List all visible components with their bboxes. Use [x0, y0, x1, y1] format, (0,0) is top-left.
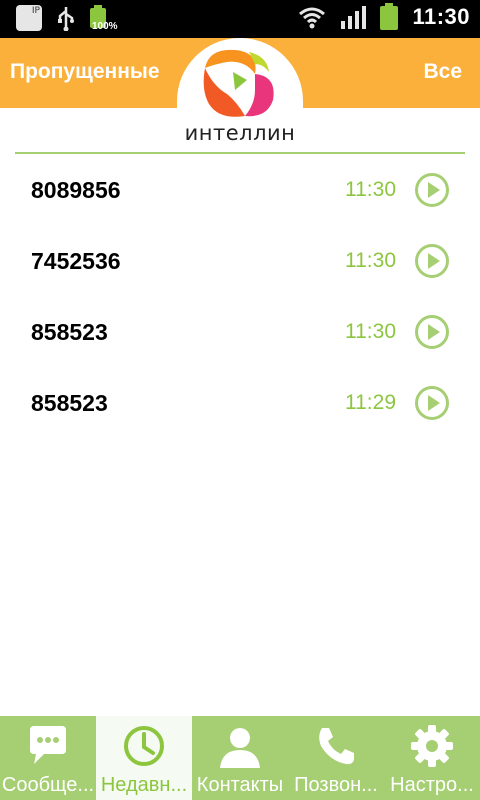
call-number: 858523	[31, 390, 108, 416]
call-row[interactable]: 858523 11:29	[0, 368, 480, 439]
play-icon[interactable]	[414, 243, 450, 279]
tab-label: Позвон...	[294, 774, 378, 796]
ip-icon: IP	[16, 5, 42, 31]
tab-label: Настро...	[390, 774, 474, 796]
play-icon[interactable]	[414, 314, 450, 350]
play-icon[interactable]	[414, 385, 450, 421]
call-time: 11:30	[345, 249, 396, 272]
status-bar: IP 100% 11:30	[0, 0, 480, 38]
battery-icon	[380, 3, 399, 31]
ip-badge-label: IP	[31, 6, 40, 16]
call-row[interactable]: 7452536 11:30	[0, 226, 480, 297]
tab-recent[interactable]: Недавн...	[96, 716, 192, 800]
call-number: 7452536	[31, 248, 121, 274]
tab-contacts[interactable]: Контакты	[192, 716, 288, 800]
page-title[interactable]: Пропущенные	[10, 60, 160, 84]
call-number: 8089856	[31, 177, 121, 203]
phone-icon	[319, 728, 354, 765]
tab-label: Недавн...	[100, 774, 188, 796]
tab-messages[interactable]: Сообще...	[0, 716, 96, 800]
contact-icon	[220, 728, 260, 768]
logo-icon	[203, 49, 274, 117]
tab-label: Сообще...	[1, 774, 95, 796]
tab-call[interactable]: Позвон...	[288, 716, 384, 800]
call-number: 858523	[31, 319, 108, 345]
battery-percent: 100%	[92, 21, 118, 32]
call-time: 11:30	[345, 178, 396, 201]
gear-icon	[411, 725, 453, 767]
divider	[15, 152, 465, 154]
call-row[interactable]: 858523 11:30	[0, 297, 480, 368]
call-time: 11:29	[345, 391, 396, 414]
signal-icon	[341, 6, 367, 29]
usb-icon	[58, 7, 74, 31]
tab-settings[interactable]: Настро...	[384, 716, 480, 800]
filter-all-button[interactable]: Все	[423, 60, 462, 84]
call-row[interactable]: 8089856 11:30	[0, 155, 480, 226]
call-time: 11:30	[345, 320, 396, 343]
message-icon	[30, 726, 66, 764]
play-icon[interactable]	[414, 172, 450, 208]
tab-label: Контакты	[196, 774, 284, 796]
status-right: 11:30	[298, 3, 470, 31]
logo: интеллин	[177, 38, 303, 152]
bottom-nav: Сообще... Недавн... Контакты Позвон... Н…	[0, 716, 480, 800]
wifi-icon	[299, 7, 326, 29]
status-time: 11:30	[412, 4, 470, 29]
logo-text: интеллин	[184, 121, 296, 145]
missed-call-list: 8089856 11:30 7452536 11:30 858523 11:30…	[0, 155, 480, 439]
clock-icon	[124, 726, 164, 766]
